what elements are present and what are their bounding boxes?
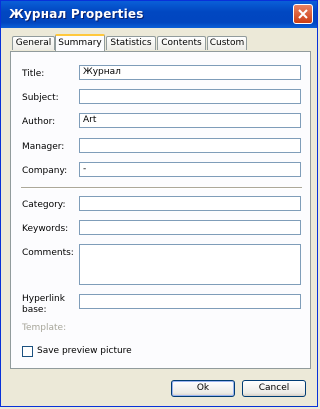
category-label: Category: xyxy=(22,200,66,210)
tab-contents[interactable]: Contents xyxy=(157,36,206,50)
cancel-button[interactable]: Cancel xyxy=(242,380,306,397)
title-field[interactable]: Журнал xyxy=(79,65,301,80)
company-field[interactable]: - xyxy=(79,162,301,177)
subject-label: Subject: xyxy=(22,93,59,103)
tab-label: Contents xyxy=(161,38,202,48)
author-field[interactable]: Art xyxy=(79,113,301,128)
close-button[interactable] xyxy=(293,4,313,24)
hyperlink-base-label-line1: Hyperlink xyxy=(22,294,65,304)
tab-label: Statistics xyxy=(110,38,152,48)
ok-button[interactable]: Ok xyxy=(171,380,235,397)
author-label: Author: xyxy=(22,117,56,127)
keywords-field[interactable] xyxy=(79,220,301,235)
company-label: Company: xyxy=(22,166,68,176)
properties-dialog: Журнал Properties General Summary Statis… xyxy=(0,0,318,407)
tab-summary[interactable]: Summary xyxy=(55,34,105,51)
title-label: Title: xyxy=(22,69,45,79)
comments-label: Comments: xyxy=(22,248,74,258)
comments-field[interactable] xyxy=(79,244,301,285)
tab-general[interactable]: General xyxy=(12,36,55,50)
tab-custom[interactable]: Custom xyxy=(207,36,247,50)
save-preview-checkbox[interactable] xyxy=(22,346,33,357)
template-label: Template: xyxy=(22,323,67,333)
tab-label: General xyxy=(15,38,52,48)
window-title: Журнал Properties xyxy=(9,7,144,21)
hyperlink-base-label-line2: base: xyxy=(22,305,47,315)
manager-field[interactable] xyxy=(79,138,301,153)
title-bar[interactable]: Журнал Properties xyxy=(1,1,317,28)
tab-label: Summary xyxy=(58,38,102,48)
category-field[interactable] xyxy=(79,196,301,211)
hyperlink-base-field[interactable] xyxy=(79,294,301,309)
keywords-label: Keywords: xyxy=(22,224,69,234)
subject-field[interactable] xyxy=(79,89,301,104)
separator xyxy=(21,187,302,189)
manager-label: Manager: xyxy=(22,142,65,152)
close-icon xyxy=(298,9,308,19)
save-preview-label: Save preview picture xyxy=(37,346,132,356)
tab-label: Custom xyxy=(209,38,245,48)
tab-statistics[interactable]: Statistics xyxy=(106,36,156,50)
